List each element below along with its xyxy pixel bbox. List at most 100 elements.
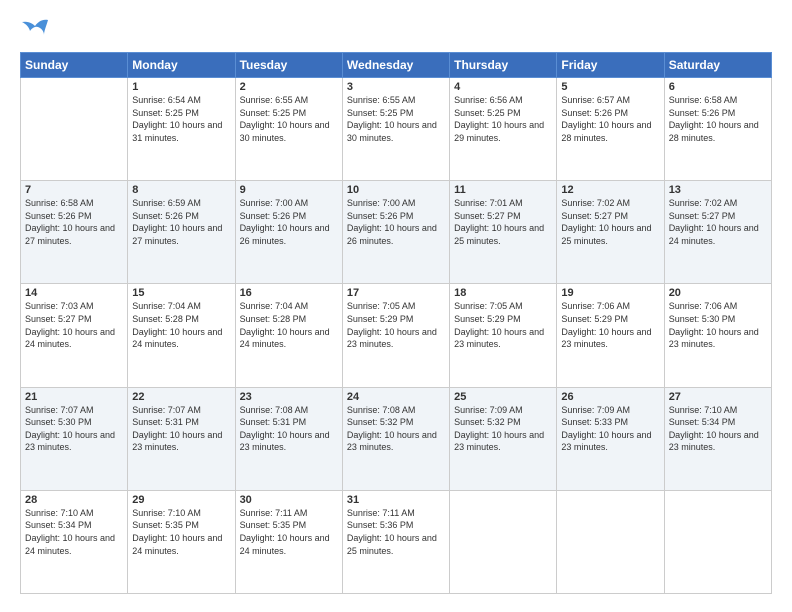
calendar-cell [450,490,557,593]
day-info: Sunrise: 7:04 AMSunset: 5:28 PMDaylight:… [240,300,338,350]
calendar-cell: 13Sunrise: 7:02 AMSunset: 5:27 PMDayligh… [664,181,771,284]
calendar-cell: 21Sunrise: 7:07 AMSunset: 5:30 PMDayligh… [21,387,128,490]
day-number: 2 [240,81,338,93]
calendar-cell: 16Sunrise: 7:04 AMSunset: 5:28 PMDayligh… [235,284,342,387]
day-info: Sunrise: 7:09 AMSunset: 5:32 PMDaylight:… [454,404,552,454]
day-info: Sunrise: 7:10 AMSunset: 5:34 PMDaylight:… [25,507,123,557]
calendar-week-row: 28Sunrise: 7:10 AMSunset: 5:34 PMDayligh… [21,490,772,593]
calendar-week-row: 1Sunrise: 6:54 AMSunset: 5:25 PMDaylight… [21,78,772,181]
day-info: Sunrise: 6:56 AMSunset: 5:25 PMDaylight:… [454,94,552,144]
logo-bird-icon [20,18,50,42]
day-info: Sunrise: 6:59 AMSunset: 5:26 PMDaylight:… [132,197,230,247]
calendar-cell: 31Sunrise: 7:11 AMSunset: 5:36 PMDayligh… [342,490,449,593]
calendar-cell: 4Sunrise: 6:56 AMSunset: 5:25 PMDaylight… [450,78,557,181]
page: SundayMondayTuesdayWednesdayThursdayFrid… [0,0,792,612]
calendar-cell [557,490,664,593]
day-number: 12 [561,184,659,196]
day-number: 6 [669,81,767,93]
calendar-cell: 7Sunrise: 6:58 AMSunset: 5:26 PMDaylight… [21,181,128,284]
day-number: 5 [561,81,659,93]
calendar-week-row: 21Sunrise: 7:07 AMSunset: 5:30 PMDayligh… [21,387,772,490]
calendar-cell: 30Sunrise: 7:11 AMSunset: 5:35 PMDayligh… [235,490,342,593]
calendar-cell: 6Sunrise: 6:58 AMSunset: 5:26 PMDaylight… [664,78,771,181]
day-info: Sunrise: 7:10 AMSunset: 5:35 PMDaylight:… [132,507,230,557]
calendar-cell [21,78,128,181]
day-number: 4 [454,81,552,93]
day-number: 11 [454,184,552,196]
calendar-cell: 25Sunrise: 7:09 AMSunset: 5:32 PMDayligh… [450,387,557,490]
day-info: Sunrise: 7:11 AMSunset: 5:36 PMDaylight:… [347,507,445,557]
day-number: 25 [454,391,552,403]
calendar-week-row: 7Sunrise: 6:58 AMSunset: 5:26 PMDaylight… [21,181,772,284]
day-info: Sunrise: 7:06 AMSunset: 5:30 PMDaylight:… [669,300,767,350]
day-number: 10 [347,184,445,196]
calendar-cell: 3Sunrise: 6:55 AMSunset: 5:25 PMDaylight… [342,78,449,181]
day-info: Sunrise: 7:00 AMSunset: 5:26 PMDaylight:… [240,197,338,247]
day-number: 29 [132,494,230,506]
day-info: Sunrise: 7:11 AMSunset: 5:35 PMDaylight:… [240,507,338,557]
calendar-cell: 24Sunrise: 7:08 AMSunset: 5:32 PMDayligh… [342,387,449,490]
calendar-cell: 20Sunrise: 7:06 AMSunset: 5:30 PMDayligh… [664,284,771,387]
calendar-table: SundayMondayTuesdayWednesdayThursdayFrid… [20,52,772,594]
day-number: 27 [669,391,767,403]
day-number: 7 [25,184,123,196]
day-info: Sunrise: 7:08 AMSunset: 5:32 PMDaylight:… [347,404,445,454]
day-info: Sunrise: 7:05 AMSunset: 5:29 PMDaylight:… [454,300,552,350]
calendar-cell: 18Sunrise: 7:05 AMSunset: 5:29 PMDayligh… [450,284,557,387]
day-number: 26 [561,391,659,403]
calendar-header-tuesday: Tuesday [235,53,342,78]
day-info: Sunrise: 7:07 AMSunset: 5:30 PMDaylight:… [25,404,123,454]
calendar-cell: 29Sunrise: 7:10 AMSunset: 5:35 PMDayligh… [128,490,235,593]
day-number: 21 [25,391,123,403]
day-info: Sunrise: 6:58 AMSunset: 5:26 PMDaylight:… [669,94,767,144]
calendar-header-friday: Friday [557,53,664,78]
logo [20,18,52,42]
day-number: 8 [132,184,230,196]
day-info: Sunrise: 6:55 AMSunset: 5:25 PMDaylight:… [347,94,445,144]
day-number: 14 [25,287,123,299]
calendar-cell: 10Sunrise: 7:00 AMSunset: 5:26 PMDayligh… [342,181,449,284]
day-number: 20 [669,287,767,299]
calendar-cell: 11Sunrise: 7:01 AMSunset: 5:27 PMDayligh… [450,181,557,284]
calendar-header-sunday: Sunday [21,53,128,78]
day-info: Sunrise: 7:00 AMSunset: 5:26 PMDaylight:… [347,197,445,247]
day-number: 28 [25,494,123,506]
calendar-cell: 12Sunrise: 7:02 AMSunset: 5:27 PMDayligh… [557,181,664,284]
calendar-cell: 17Sunrise: 7:05 AMSunset: 5:29 PMDayligh… [342,284,449,387]
calendar-cell: 15Sunrise: 7:04 AMSunset: 5:28 PMDayligh… [128,284,235,387]
day-info: Sunrise: 6:58 AMSunset: 5:26 PMDaylight:… [25,197,123,247]
day-info: Sunrise: 7:03 AMSunset: 5:27 PMDaylight:… [25,300,123,350]
calendar-cell: 26Sunrise: 7:09 AMSunset: 5:33 PMDayligh… [557,387,664,490]
day-info: Sunrise: 7:04 AMSunset: 5:28 PMDaylight:… [132,300,230,350]
day-info: Sunrise: 7:01 AMSunset: 5:27 PMDaylight:… [454,197,552,247]
calendar-cell: 8Sunrise: 6:59 AMSunset: 5:26 PMDaylight… [128,181,235,284]
day-info: Sunrise: 7:06 AMSunset: 5:29 PMDaylight:… [561,300,659,350]
day-info: Sunrise: 7:09 AMSunset: 5:33 PMDaylight:… [561,404,659,454]
calendar-cell: 28Sunrise: 7:10 AMSunset: 5:34 PMDayligh… [21,490,128,593]
calendar-cell: 22Sunrise: 7:07 AMSunset: 5:31 PMDayligh… [128,387,235,490]
calendar-cell: 19Sunrise: 7:06 AMSunset: 5:29 PMDayligh… [557,284,664,387]
calendar-week-row: 14Sunrise: 7:03 AMSunset: 5:27 PMDayligh… [21,284,772,387]
day-number: 24 [347,391,445,403]
day-info: Sunrise: 7:07 AMSunset: 5:31 PMDaylight:… [132,404,230,454]
calendar-cell: 27Sunrise: 7:10 AMSunset: 5:34 PMDayligh… [664,387,771,490]
day-info: Sunrise: 6:54 AMSunset: 5:25 PMDaylight:… [132,94,230,144]
day-number: 22 [132,391,230,403]
day-number: 19 [561,287,659,299]
day-number: 31 [347,494,445,506]
calendar-cell: 14Sunrise: 7:03 AMSunset: 5:27 PMDayligh… [21,284,128,387]
day-info: Sunrise: 6:55 AMSunset: 5:25 PMDaylight:… [240,94,338,144]
day-number: 1 [132,81,230,93]
day-info: Sunrise: 7:02 AMSunset: 5:27 PMDaylight:… [669,197,767,247]
day-number: 13 [669,184,767,196]
calendar-cell: 1Sunrise: 6:54 AMSunset: 5:25 PMDaylight… [128,78,235,181]
calendar-cell: 23Sunrise: 7:08 AMSunset: 5:31 PMDayligh… [235,387,342,490]
day-info: Sunrise: 6:57 AMSunset: 5:26 PMDaylight:… [561,94,659,144]
day-number: 23 [240,391,338,403]
calendar-header-thursday: Thursday [450,53,557,78]
calendar-header-row: SundayMondayTuesdayWednesdayThursdayFrid… [21,53,772,78]
calendar-cell: 2Sunrise: 6:55 AMSunset: 5:25 PMDaylight… [235,78,342,181]
day-info: Sunrise: 7:08 AMSunset: 5:31 PMDaylight:… [240,404,338,454]
day-number: 15 [132,287,230,299]
calendar-header-saturday: Saturday [664,53,771,78]
